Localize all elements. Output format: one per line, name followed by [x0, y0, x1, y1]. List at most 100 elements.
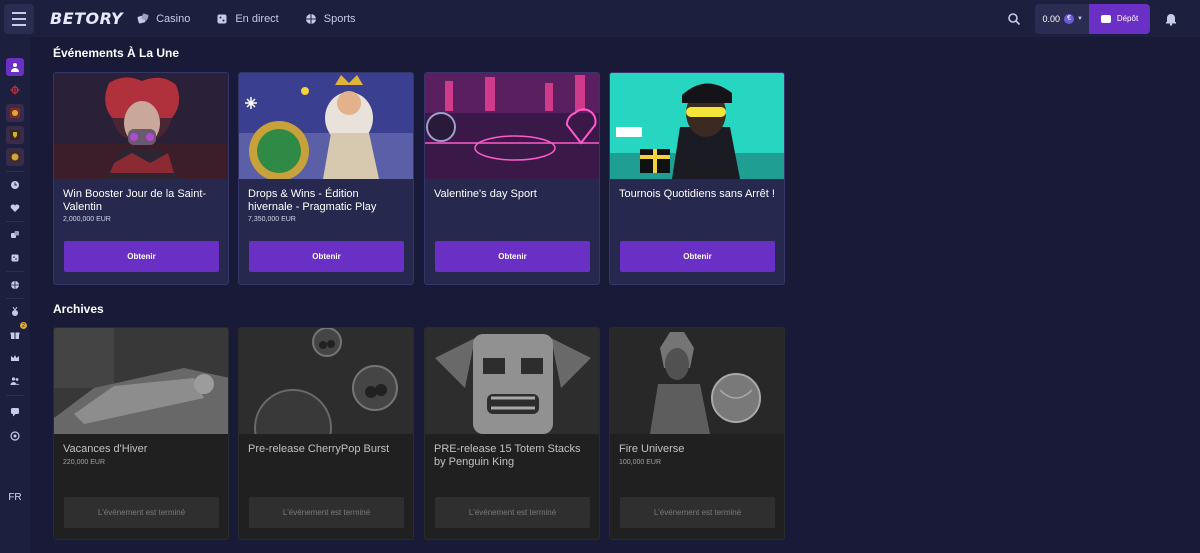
nav-live[interactable]: En direct — [216, 12, 279, 25]
archives-section-title: Archives — [53, 302, 104, 316]
medal-icon — [12, 307, 18, 316]
balance-amount: 0.00 — [1042, 13, 1061, 24]
nav-casino[interactable]: Casino — [137, 13, 190, 25]
claim-button[interactable]: Obtenir — [620, 241, 775, 272]
nav-live-label: En direct — [235, 12, 279, 25]
event-prize-amount: 100,000 EUR — [619, 459, 662, 466]
euro-icon: € — [1064, 13, 1075, 24]
chevron-down-icon: ▼ — [1077, 15, 1083, 22]
nav-sports[interactable]: Sports — [305, 13, 356, 25]
game-thumbnail-icon — [10, 108, 20, 118]
sidebar-divider — [6, 171, 24, 172]
sidebar-live[interactable] — [6, 249, 24, 267]
top-right-controls: 0.00 € ▼ Dépôt — [1007, 0, 1200, 37]
live-dice-icon — [217, 14, 227, 23]
event-card: Valentine's day Sport Obtenir — [424, 72, 600, 285]
hamburger-icon — [12, 10, 26, 28]
sidebar-gifts[interactable]: 2 — [6, 322, 27, 344]
chat-icon — [11, 408, 19, 417]
event-title: Fire Universe — [619, 443, 685, 455]
sidebar-divider — [6, 221, 24, 222]
nav-sports-label: Sports — [323, 12, 356, 25]
top-bar: BETORY Casino En direct Sports 0.00 € ▼ … — [0, 0, 1200, 37]
event-image-totem-stacks[interactable] — [425, 328, 599, 434]
event-image-vacances-hiver[interactable] — [54, 328, 228, 434]
event-card-archived: PRE-release 15 Totem Stacks by Penguin K… — [424, 327, 600, 540]
event-title: PRE-release 15 Totem Stacks by Penguin K… — [434, 443, 581, 468]
event-image-win-booster[interactable] — [54, 73, 228, 179]
wallet-icon — [1100, 14, 1111, 23]
bell-icon[interactable] — [1164, 12, 1178, 26]
crown-icon — [11, 355, 19, 361]
event-ended-button[interactable]: L'événement est terminé — [435, 497, 590, 528]
clock-icon — [11, 181, 19, 189]
gift-icon — [10, 332, 20, 339]
crosshair-icon — [10, 85, 20, 95]
event-prize-amount: 220,000 EUR — [63, 459, 106, 466]
deposit-label: Dépôt — [1116, 14, 1139, 23]
deposit-button[interactable]: Dépôt — [1089, 3, 1150, 34]
event-ended-button[interactable]: L'événement est terminé — [620, 497, 775, 528]
dice-icon — [137, 12, 149, 23]
claim-button[interactable]: Obtenir — [249, 241, 404, 272]
pharaoh-orb-illustration — [610, 328, 784, 434]
sidebar-game-thumb-2[interactable] — [6, 126, 24, 144]
event-image-valentines-sport[interactable] — [425, 73, 599, 179]
sidebar-game-thumb-1[interactable] — [6, 104, 24, 122]
live-dice-icon — [11, 254, 19, 262]
language-selector[interactable]: FR — [4, 492, 26, 503]
claim-button[interactable]: Obtenir — [64, 241, 219, 272]
ball-icon — [11, 281, 19, 289]
nav-casino-label: Casino — [156, 12, 191, 25]
event-card: Tournois Quotidiens sans Arrêt ! Obtenir — [609, 72, 785, 285]
sidebar-support[interactable] — [6, 403, 24, 421]
gift-count-badge: 2 — [20, 322, 27, 329]
dice-icon — [11, 231, 19, 238]
sidebar-divider — [6, 271, 24, 272]
cyber-woman-gift-illustration — [610, 73, 784, 179]
event-prize-amount: 2,000,000 EUR — [63, 216, 111, 223]
sidebar-divider — [6, 395, 24, 396]
balance-selector[interactable]: 0.00 € ▼ — [1034, 3, 1089, 34]
event-image-fire-universe[interactable] — [610, 328, 784, 434]
zeus-illustration — [239, 73, 413, 179]
whatsapp-icon — [10, 431, 20, 441]
sidebar-recent[interactable] — [6, 176, 24, 194]
event-card-archived: Fire Universe 100,000 EUR L'événement es… — [609, 327, 785, 540]
sidebar-favorites[interactable] — [6, 199, 24, 217]
event-image-drops-wins[interactable] — [239, 73, 413, 179]
coin-icon — [10, 152, 20, 162]
sidebar-target[interactable] — [6, 81, 24, 99]
sidebar-rewards[interactable] — [6, 303, 24, 321]
event-card: Drops & Wins - Édition hivernale - Pragm… — [238, 72, 414, 285]
event-ended-button[interactable]: L'événement est terminé — [249, 497, 404, 528]
sidebar-profile[interactable] — [6, 58, 24, 76]
event-image-daily-tournaments[interactable] — [610, 73, 784, 179]
menu-button[interactable] — [4, 3, 34, 34]
event-card: Win Booster Jour de la Saint-Valentin 2,… — [53, 72, 229, 285]
event-image-cherrypop[interactable] — [239, 328, 413, 434]
search-icon[interactable] — [1007, 12, 1021, 26]
sidebar-whatsapp[interactable] — [6, 427, 24, 445]
cherry-bubbles-illustration — [239, 328, 413, 434]
sidebar: 2 FR — [0, 37, 30, 553]
event-title: Valentine's day Sport — [434, 188, 537, 200]
sidebar-divider — [6, 298, 24, 299]
event-prize-amount: 7,350,000 EUR — [248, 216, 296, 223]
sidebar-sports[interactable] — [6, 276, 24, 294]
main-nav: Casino En direct Sports — [137, 13, 381, 25]
sidebar-casino[interactable] — [6, 226, 24, 244]
featured-section-title: Événements À La Une — [53, 46, 180, 60]
ball-icon — [305, 13, 316, 24]
betory-logo[interactable]: BETORY — [50, 9, 123, 28]
cyberpunk-woman-illustration — [54, 73, 228, 179]
event-ended-button[interactable]: L'événement est terminé — [64, 497, 219, 528]
sidebar-game-thumb-3[interactable] — [6, 148, 24, 166]
event-title: Vacances d'Hiver — [63, 443, 148, 455]
sidebar-vip[interactable] — [6, 349, 24, 367]
user-icon — [11, 63, 19, 72]
sidebar-referral[interactable] — [6, 372, 24, 390]
claim-button[interactable]: Obtenir — [435, 241, 590, 272]
event-title: Tournois Quotidiens sans Arrêt ! — [619, 188, 775, 200]
heart-icon — [10, 204, 20, 212]
